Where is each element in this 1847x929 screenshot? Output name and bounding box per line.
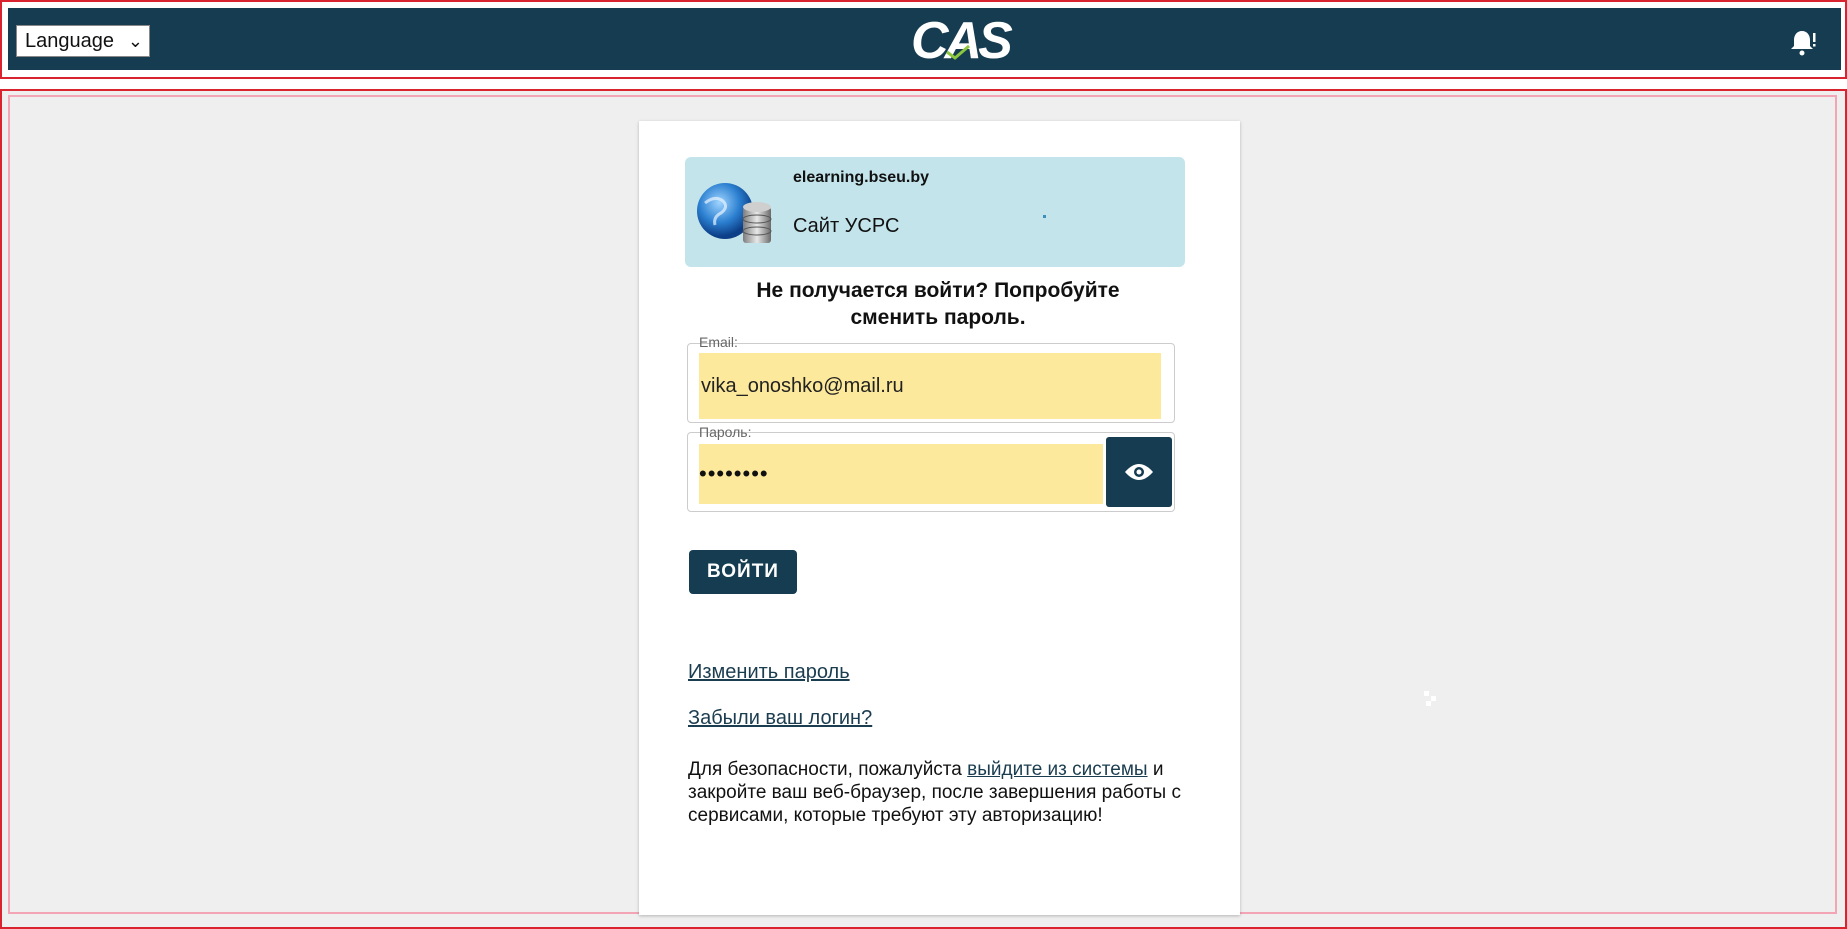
header-bar: Language ⌄ CAS — [8, 8, 1841, 72]
email-field[interactable]: vika_onoshko@mail.ru — [699, 353, 1161, 419]
service-info: elearning.bseu.by Сайт УСРС — [685, 157, 1185, 267]
show-password-button[interactable] — [1106, 437, 1172, 507]
header: Language ⌄ CAS — [0, 0, 1847, 79]
bell-icon — [1791, 31, 1816, 56]
content-area: elearning.bseu.by Сайт УСРС Не получаетс… — [8, 95, 1837, 915]
security-notice: Для безопасности, пожалуйста выйдите из … — [688, 758, 1188, 827]
change-password-link[interactable]: Изменить пароль — [688, 661, 850, 684]
forgot-login-link[interactable]: Забыли ваш логин? — [688, 707, 872, 730]
password-label: Пароль: — [699, 424, 752, 440]
login-button[interactable]: войти — [689, 550, 797, 594]
notifications-button[interactable] — [1767, 16, 1837, 68]
login-card: elearning.bseu.by Сайт УСРС Не получаетс… — [639, 121, 1240, 915]
service-host: elearning.bseu.by — [793, 169, 930, 186]
cas-logo-text: CAS — [911, 12, 1013, 70]
cas-logo[interactable]: CAS — [903, 12, 1023, 70]
eye-icon — [1125, 464, 1153, 480]
password-field[interactable]: •••••••• — [699, 444, 1103, 504]
logout-link[interactable]: выйдите из системы — [967, 759, 1147, 780]
globe-database-icon — [695, 179, 785, 247]
email-label: Email: — [699, 334, 738, 350]
chevron-down-icon: ⌄ — [127, 31, 143, 51]
loading-spinner-icon — [1422, 689, 1442, 709]
language-select-label: Language — [25, 30, 114, 52]
security-text-before: Для безопасности, пожалуйста — [688, 759, 968, 780]
login-notice: Не получается войти? Попробуйте сменить … — [756, 279, 1120, 329]
cas-logo-icon: CAS — [911, 12, 1017, 70]
service-dot — [1043, 215, 1046, 218]
service-name: Сайт УСРС — [793, 215, 900, 237]
language-select[interactable]: Language ⌄ — [16, 25, 150, 57]
main-content: elearning.bseu.by Сайт УСРС Не получаетс… — [0, 89, 1847, 929]
